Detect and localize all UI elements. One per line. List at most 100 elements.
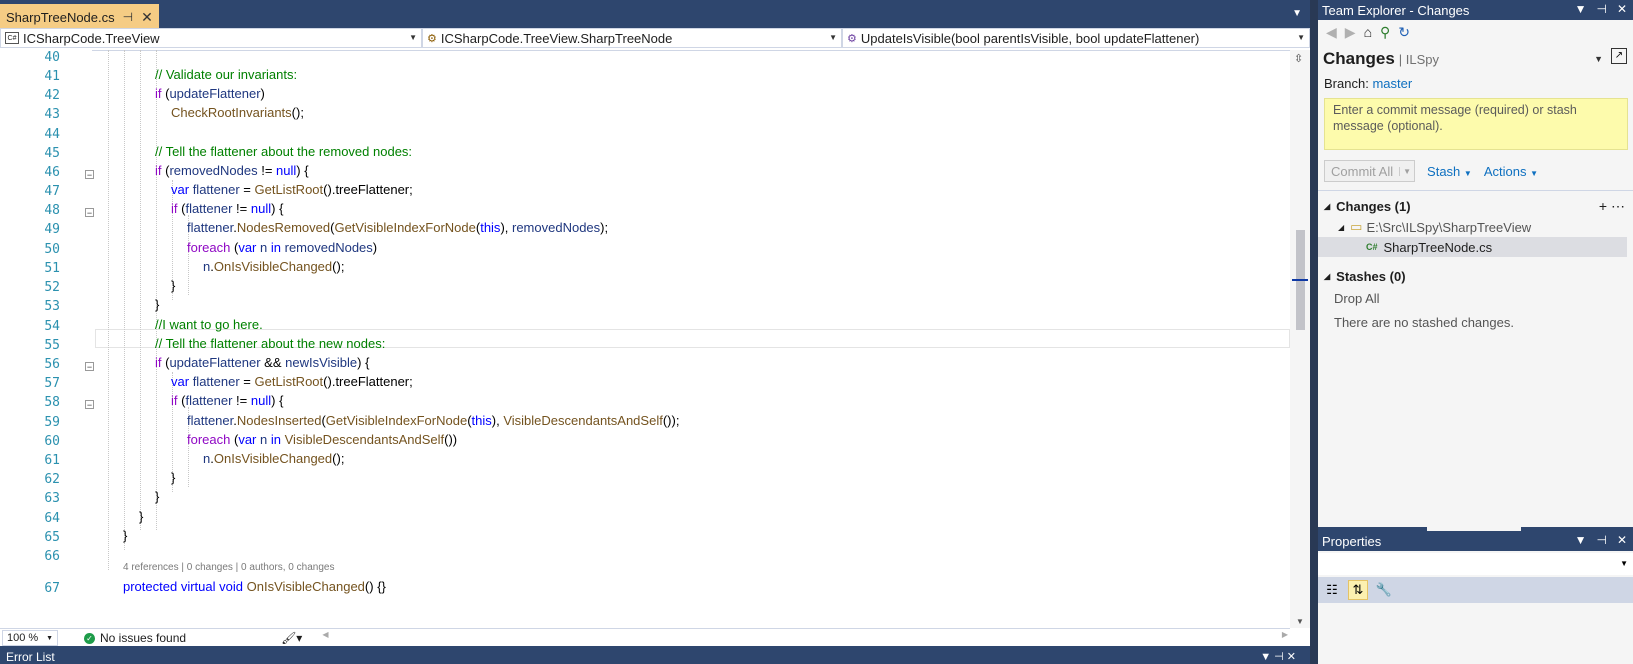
alphabetical-icon[interactable]: ⇅ [1348,580,1368,600]
dropdown-icon[interactable]: ▼ [1575,533,1587,547]
split-icon[interactable]: ⇳ [1294,52,1303,65]
code-line: } [171,278,176,293]
error-list-title: Error List [6,650,55,664]
properties-panel: ▼ ☷ ⇅ 🔧 [1318,551,1633,664]
line-number: 61 [44,453,60,468]
code-line: if (removedNodes != null) { [155,163,309,178]
error-list-panel-title[interactable]: Error List ▼ ⊣ ✕ [0,646,1310,664]
pin-icon[interactable]: ⊣ [123,10,133,24]
code-line: // Tell the flattener about the new node… [155,336,386,351]
code-line: var flattener = GetListRoot().treeFlatte… [171,374,413,389]
stashes-section-title: Stashes (0) [1336,268,1406,284]
code-area[interactable]: // Validate our invariants: if (updateFl… [95,50,1290,628]
forward-icon[interactable]: ▶ [1345,24,1356,41]
zoom-dropdown[interactable]: 100 % ▼ [2,630,58,646]
collapse-icon[interactable]: ◢ [1324,202,1330,211]
back-icon[interactable]: ◀ [1326,24,1337,41]
commit-message-input[interactable]: Enter a commit message (required) or sta… [1324,98,1628,150]
line-number: 46 [44,165,60,180]
collapse-region-icon[interactable]: − [85,170,94,180]
no-stashes-message: There are no stashed changes. [1334,315,1514,330]
commit-all-label: Commit All [1331,163,1394,179]
panel-title: Properties [1322,533,1382,549]
home-icon[interactable]: ⌂ [1364,24,1372,40]
changes-header: Changes | ILSpy ▼ ↗ [1318,44,1633,74]
wrench-icon[interactable]: 🔧 [1374,580,1394,600]
folder-tree-item[interactable]: ◢ ▭ E:\Src\ILSpy\SharpTreeView [1318,217,1633,237]
code-editor[interactable]: SharpTreeNode.cs ⊣ ✕ ▼ C# ICSharpCode.Tr… [0,0,1310,664]
close-icon[interactable]: ✕ [1617,533,1627,547]
line-number: 51 [44,261,60,276]
panel-controls[interactable]: ▼ ⊣ ✕ [1260,650,1296,663]
line-number: 57 [44,376,60,391]
team-explorer-toolbar: ◀ ▶ ⌂ ⚲ ↻ [1318,20,1633,44]
tab-title: SharpTreeNode.cs [6,9,115,25]
collapse-region-icon[interactable]: − [85,362,94,372]
collapse-icon[interactable]: ◢ [1324,272,1330,281]
tab-overflow-icon[interactable]: ▼ [1292,8,1302,19]
refresh-icon[interactable]: ↻ [1398,24,1410,41]
document-tab[interactable]: SharpTreeNode.cs ⊣ ✕ [0,4,159,30]
project-dropdown[interactable]: C# ICSharpCode.TreeView ▼ [0,28,422,48]
chevron-down-icon: ▼ [409,33,417,42]
line-number: 64 [44,511,60,526]
line-number: 67 [44,581,60,596]
popout-icon[interactable]: ↗ [1611,48,1627,64]
scroll-right-icon[interactable]: ▶ [1282,630,1288,639]
code-line: //I want to go here. [155,317,263,332]
scroll-left-icon[interactable]: ◀ [322,630,328,639]
object-selector[interactable]: ▼ [1318,553,1633,575]
horizontal-scrollbar[interactable]: ◀ ▶ [322,630,1290,643]
line-number: 56 [44,357,60,372]
stashes-section-header[interactable]: ◢ Stashes (0) [1318,265,1633,287]
code-line: var flattener = GetListRoot().treeFlatte… [171,182,413,197]
line-number: 54 [44,319,60,334]
codelens-info[interactable]: 4 references | 0 changes | 0 authors, 0 … [123,561,334,575]
code-line: } [139,509,144,524]
line-number: 62 [44,472,60,487]
categorized-icon[interactable]: ☷ [1322,580,1342,600]
line-number: 52 [44,280,60,295]
changed-file-item[interactable]: C# SharpTreeNode.cs [1318,237,1627,257]
member-dropdown[interactable]: ⚙ UpdateIsVisible(bool parentIsVisible, … [842,28,1310,48]
collapse-icon[interactable]: ◢ [1338,223,1344,232]
actions-button[interactable]: Actions ▼ [1484,164,1538,179]
section-actions[interactable]: + ⋯ [1599,198,1625,215]
drop-all-link[interactable]: Drop All [1318,287,1633,311]
line-number: 47 [44,184,60,199]
team-explorer-title-bar[interactable]: Team Explorer - Changes ▼ ⊣ ✕ [1318,0,1633,20]
stash-button[interactable]: Stash ▼ [1427,164,1472,179]
properties-title-bar[interactable]: Properties ▼ ⊣ ✕ [1318,531,1633,551]
code-line: foreach (var n in removedNodes) [187,240,378,255]
code-line: foreach (var n in VisibleDescendantsAndS… [187,432,458,447]
chevron-down-icon: ▼ [1620,559,1628,568]
chevron-down-icon[interactable]: ▼ [1399,166,1414,176]
chevron-down-icon: ▼ [1297,33,1305,42]
dropdown-icon[interactable]: ▼ [1575,2,1587,16]
project-dropdown-label: ICSharpCode.TreeView [23,30,160,46]
class-icon: ⚙ [427,32,437,45]
close-icon[interactable]: ✕ [1617,2,1627,16]
branch-link[interactable]: master [1372,76,1412,91]
pin-icon[interactable]: ⊣ [1596,533,1606,547]
issues-indicator[interactable]: ✓ No issues found [84,631,186,645]
code-cleanup-icon[interactable]: 🖌▾ [281,631,302,645]
scroll-down-icon[interactable]: ▼ [1296,617,1304,626]
line-number-gutter: 40 41 42 43 44 45 46 47 48 49 50 51 52 53 54 55 56 57 58 59… [0,50,94,628]
close-icon[interactable]: ✕ [141,9,153,26]
commit-all-button[interactable]: Commit All ▼ [1324,160,1416,182]
code-line: } [155,489,160,504]
collapse-region-icon[interactable]: − [85,208,94,218]
class-dropdown[interactable]: ⚙ ICSharpCode.TreeView.SharpTreeNode ▼ [422,28,842,48]
changes-section-title: Changes (1) [1336,198,1411,214]
changes-section-header[interactable]: ◢ Changes (1) + ⋯ [1318,195,1633,217]
pin-icon[interactable]: ⊣ [1596,2,1606,16]
code-line: // Tell the flattener about the removed … [155,144,413,159]
line-number: 53 [44,299,60,314]
connect-icon[interactable]: ⚲ [1380,24,1390,41]
collapse-region-icon[interactable]: − [85,400,94,410]
vertical-scrollbar[interactable]: ⇳ ▼ [1290,50,1310,628]
method-icon: ⚙ [847,32,857,45]
chevron-down-icon[interactable]: ▼ [1594,54,1603,64]
line-number: 42 [44,88,60,103]
